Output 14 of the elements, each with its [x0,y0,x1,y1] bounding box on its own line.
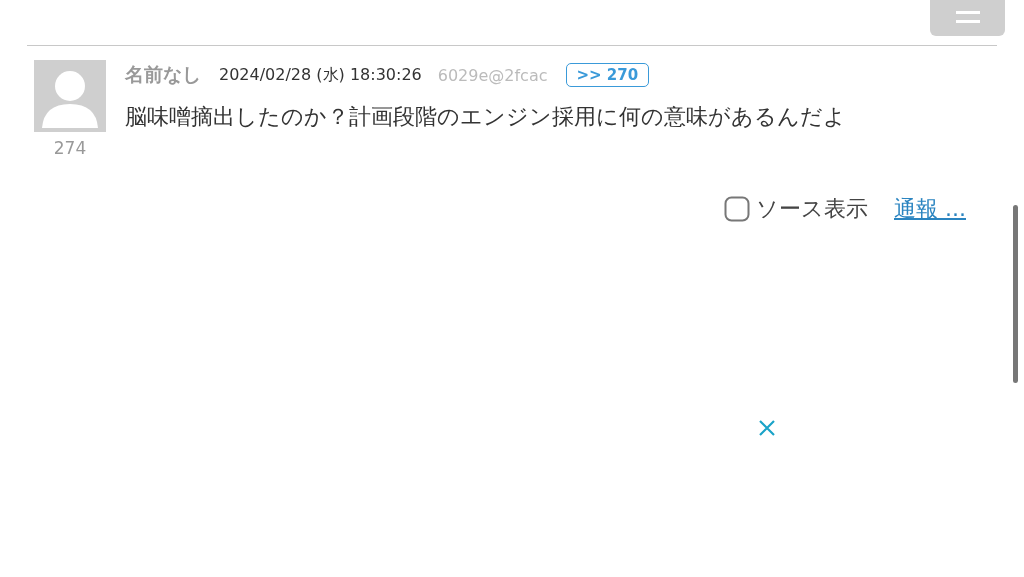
post-body: 脳味噌摘出したのか？計画段階のエンジン採用に何の意味があるんだよ [125,103,846,131]
poster-id: 6029e@2fcac [437,65,548,85]
reply-reference-link[interactable]: >> 270 [565,63,650,87]
checkbox[interactable] [724,196,750,222]
report-link[interactable]: 通報 ... [894,194,966,224]
source-toggle[interactable]: ソース表示 [724,194,868,224]
menu-button[interactable] [930,0,1005,36]
close-icon[interactable] [757,418,777,438]
scrollbar[interactable] [1013,205,1018,383]
avatar-icon [34,60,106,132]
post-number: 274 [53,138,87,158]
menu-icon [955,8,980,26]
poster-name: 名前なし [125,62,201,87]
post-date: 2024/02/28 (水) 18:30:26 [219,64,422,86]
